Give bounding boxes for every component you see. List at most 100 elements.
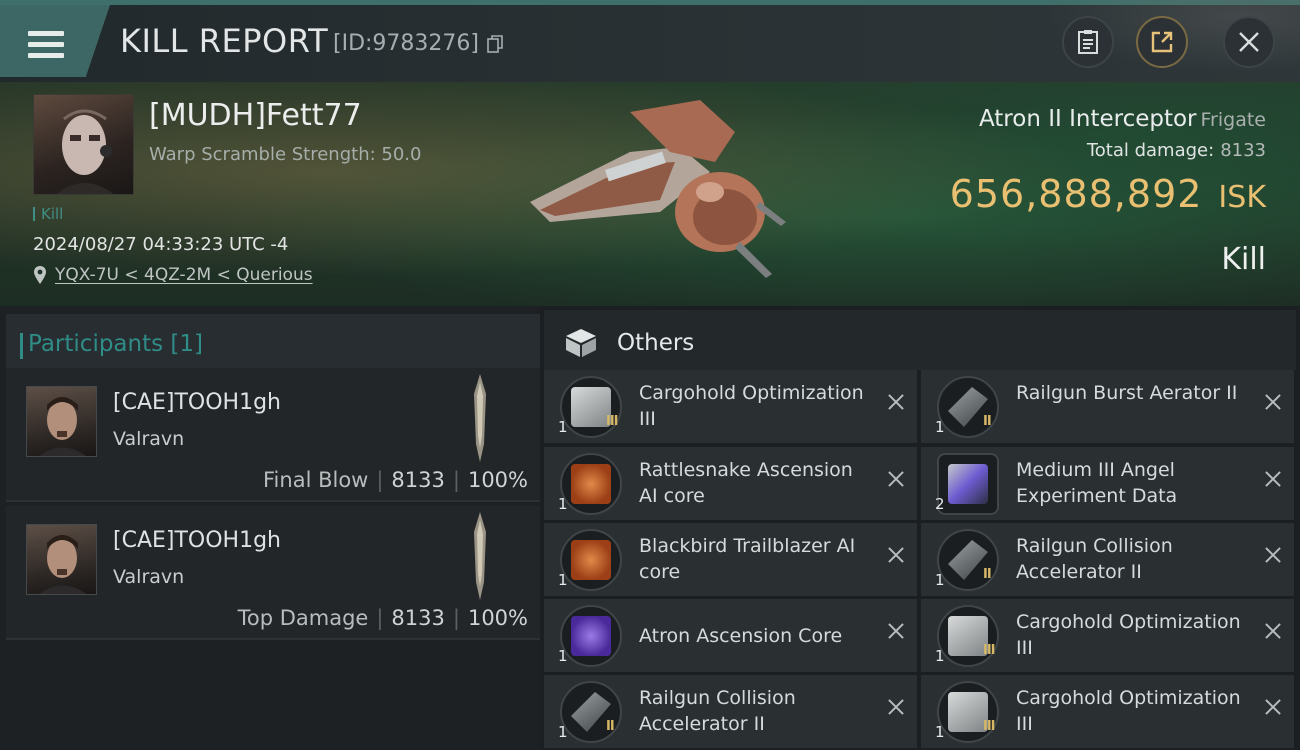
item-name: Cargohold Optimization III xyxy=(1016,687,1241,735)
participant-role: Final Blow xyxy=(263,468,369,492)
item-atron-ascension-core[interactable]: 1 Atron Ascension Core xyxy=(544,599,917,672)
ship-image xyxy=(530,100,786,278)
others-title: Others xyxy=(617,330,695,356)
item-name: Cargohold Optimization III xyxy=(1016,611,1241,659)
victim-avatar[interactable] xyxy=(33,94,134,195)
ai-core-orange-icon xyxy=(560,529,622,591)
isk-value: 656,888,892 xyxy=(949,172,1203,216)
location-link[interactable]: YQX-7U < 4QZ-2M < Querious xyxy=(33,265,313,285)
report-button[interactable] xyxy=(1062,16,1114,68)
isk-loss: 656,888,892 ISK xyxy=(950,172,1266,216)
item-quantity: 1 xyxy=(558,647,568,665)
kill-result: Kill xyxy=(1221,242,1266,277)
participants-panel: Participants [1] [CAE]TOOH1gh Valravn Fi… xyxy=(0,306,540,750)
location-text: YQX-7U < 4QZ-2M < Querious xyxy=(55,265,313,285)
item-quantity: 1 xyxy=(558,495,568,513)
item-railgun-collision-accelerator[interactable]: 1 II Railgun Collision Accelerator II xyxy=(544,675,917,748)
item-name: Medium III Angel Experiment Data xyxy=(1016,459,1178,507)
kill-tag: Kill xyxy=(33,205,63,223)
total-damage-value: 8133 xyxy=(1220,140,1266,161)
participant-portrait-art xyxy=(39,397,87,456)
victim-name: [MUDH]Fett77 xyxy=(149,98,362,133)
ship-class: Frigate xyxy=(1200,109,1266,131)
participant-percent: 100% xyxy=(467,606,528,630)
close-icon xyxy=(1239,32,1259,52)
total-damage-label: Total damage: xyxy=(1086,140,1215,161)
destroyed-x-icon xyxy=(1264,698,1282,716)
item-name: Railgun Burst Aerator II xyxy=(1016,382,1238,404)
participants-header: Participants [1] xyxy=(6,314,540,372)
item-angel-experiment-data[interactable]: 2 Medium III Angel Experiment Data xyxy=(921,447,1294,520)
participant-stats: Top Damage | 8133 | 100% xyxy=(238,606,528,630)
destroyed-x-icon xyxy=(887,470,905,488)
warp-scramble-strength: Warp Scramble Strength: 50.0 xyxy=(149,144,422,165)
destroyed-x-icon xyxy=(1264,622,1282,640)
item-cargohold-optimization[interactable]: 1 III Cargohold Optimization III xyxy=(544,370,917,443)
destroyed-x-icon xyxy=(1264,470,1282,488)
victim-banner: [MUDH]Fett77 Warp Scramble Strength: 50.… xyxy=(0,82,1300,306)
share-icon xyxy=(1151,31,1173,53)
item-quantity: 1 xyxy=(558,723,568,741)
destroyed-x-icon xyxy=(887,622,905,640)
clipboard-icon xyxy=(1078,30,1098,54)
item-tier: III xyxy=(983,643,995,658)
participant-avatar[interactable] xyxy=(26,524,97,595)
item-quantity: 1 xyxy=(935,723,945,741)
destroyed-x-icon xyxy=(1264,546,1282,564)
participants-title: Participants [1] xyxy=(20,331,203,359)
copy-icon[interactable] xyxy=(487,35,503,53)
item-railgun-collision-accelerator[interactable]: 1 II Railgun Collision Accelerator II xyxy=(921,523,1294,596)
header-bar: KILL REPORT [ID:9783276] xyxy=(0,0,1300,82)
participant-avatar[interactable] xyxy=(26,386,97,457)
share-button[interactable] xyxy=(1136,16,1188,68)
ai-core-orange-icon xyxy=(560,453,622,515)
destroyed-x-icon xyxy=(1264,393,1282,411)
participant-portrait-art xyxy=(39,535,87,594)
participant-corp: Valravn xyxy=(113,566,185,588)
item-name: Blackbird Trailblazer AI core xyxy=(639,535,856,583)
participant-row[interactable]: [CAE]TOOH1gh Valravn Final Blow | 8133 | 100… xyxy=(6,368,540,502)
destroyed-x-icon xyxy=(887,393,905,411)
participant-ship-icon xyxy=(474,374,486,462)
others-panel: Others 1 III Cargohold Optimization III … xyxy=(540,306,1300,750)
item-quantity: 1 xyxy=(558,571,568,589)
item-name: Cargohold Optimization III xyxy=(639,382,864,430)
participant-damage: 8133 xyxy=(391,606,445,630)
participant-ship-icon xyxy=(474,512,486,600)
hamburger-menu-icon xyxy=(28,31,64,59)
ascension-core-purple-icon xyxy=(560,605,622,667)
close-button[interactable] xyxy=(1223,16,1275,68)
isk-unit: ISK xyxy=(1218,180,1266,215)
kill-timestamp: 2024/08/27 04:33:23 UTC -4 xyxy=(33,234,289,255)
participant-damage: 8133 xyxy=(391,468,445,492)
experiment-data-icon xyxy=(937,453,999,515)
divider: | xyxy=(452,468,460,492)
item-tier: II xyxy=(606,719,615,734)
divider: | xyxy=(376,606,384,630)
destroyed-x-icon xyxy=(887,698,905,716)
item-quantity: 1 xyxy=(935,418,945,436)
participant-stats: Final Blow | 8133 | 100% xyxy=(263,468,528,492)
item-name: Rattlesnake Ascension AI core xyxy=(639,459,853,507)
item-tier: III xyxy=(983,719,995,734)
item-name: Atron Ascension Core xyxy=(639,625,843,647)
item-cargohold-optimization[interactable]: 1 III Cargohold Optimization III xyxy=(921,599,1294,672)
divider: | xyxy=(452,606,460,630)
divider: | xyxy=(376,468,384,492)
ship-name-text: Atron II Interceptor xyxy=(978,106,1197,132)
participant-role: Top Damage xyxy=(237,606,369,630)
item-tier: II xyxy=(983,414,992,429)
destroyed-x-icon xyxy=(887,546,905,564)
page-title: KILL REPORT xyxy=(120,22,329,60)
item-name: Railgun Collision Accelerator II xyxy=(639,687,796,735)
item-railgun-burst-aerator[interactable]: 1 II Railgun Burst Aerator II xyxy=(921,370,1294,443)
kill-id: [ID:9783276] xyxy=(333,31,479,56)
menu-button[interactable] xyxy=(0,5,110,77)
item-tier: II xyxy=(983,567,992,582)
item-cargohold-optimization[interactable]: 1 III Cargohold Optimization III xyxy=(921,675,1294,748)
participant-row[interactable]: [CAE]TOOH1gh Valravn Top Damage | 8133 | 100… xyxy=(6,506,540,640)
item-rattlesnake-ai-core[interactable]: 1 Rattlesnake Ascension AI core xyxy=(544,447,917,520)
ship-name: Atron II Interceptor Frigate xyxy=(979,106,1266,132)
participant-name: [CAE]TOOH1gh xyxy=(113,528,281,553)
item-blackbird-ai-core[interactable]: 1 Blackbird Trailblazer AI core xyxy=(544,523,917,596)
